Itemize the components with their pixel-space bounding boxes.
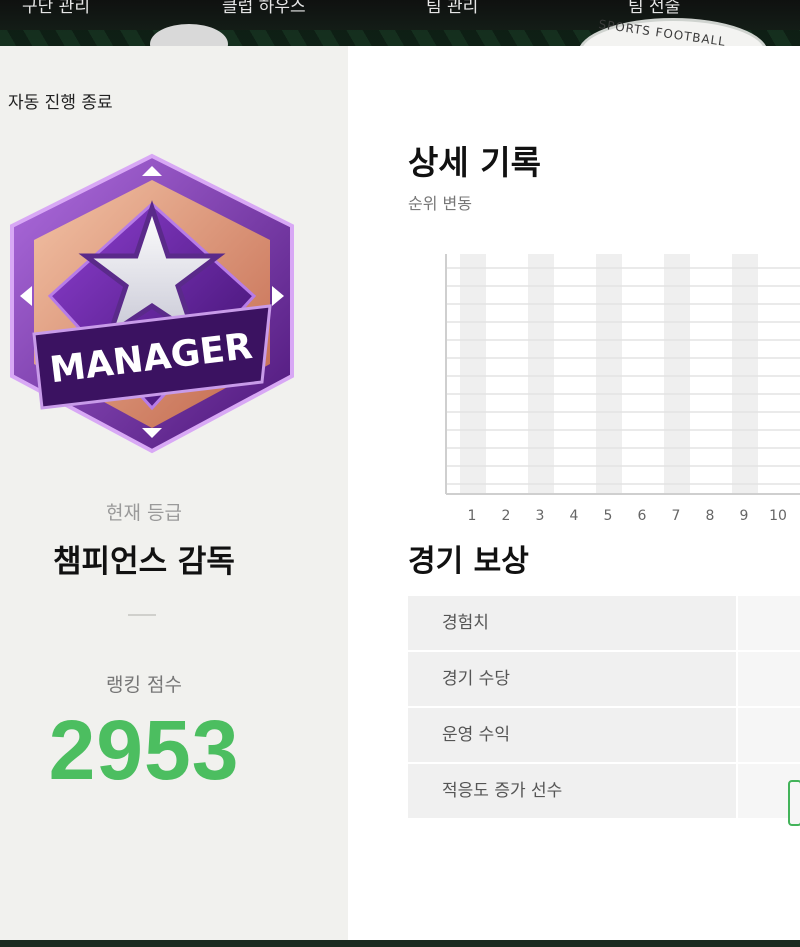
chart-x-tick-label: 1 [468, 508, 477, 524]
chart-x-tick-label: 8 [706, 508, 715, 524]
top-navigation: SPORTS FOOTBALL 구단 관리 클럽 하우스 팀 관리 팀 전술 [0, 0, 800, 46]
player-chip[interactable] [788, 780, 800, 826]
manager-grade-badge: MANAGER [10, 153, 294, 454]
reward-value [736, 708, 800, 762]
tab-team-tactics[interactable]: 팀 전술 [628, 0, 680, 17]
reward-name: 경험치 [442, 613, 489, 633]
chart-x-tick-label: 10 [769, 508, 787, 524]
reward-name: 경기 수당 [442, 669, 510, 689]
reward-row-operating-profit: 운영 수익 [408, 708, 800, 762]
detail-record-title: 상세 기록 [408, 143, 541, 182]
nav-avatar-shape [150, 24, 228, 46]
ranking-score-value: 2953 [48, 703, 240, 797]
tab-club-house[interactable]: 클럽 하우스 [222, 0, 306, 17]
reward-row-match-allowance: 경기 수당 [408, 652, 800, 706]
reward-value [736, 596, 800, 650]
match-reward-title: 경기 보상 [408, 544, 529, 579]
chart-x-tick-label: 4 [570, 508, 579, 524]
chart-x-tick-label: 7 [672, 508, 681, 524]
chart-x-tick-label: 9 [740, 508, 749, 524]
reward-name: 운영 수익 [442, 725, 510, 745]
chart-x-tick-label: 2 [502, 508, 511, 524]
current-grade-label: 현재 등급 [106, 502, 182, 524]
reward-row-adaptability-players: 적응도 증가 선수 [408, 764, 800, 818]
reward-value [736, 652, 800, 706]
reward-name: 적응도 증가 선수 [442, 781, 563, 801]
chart-column-band [528, 254, 554, 494]
reward-row-experience: 경험치 [408, 596, 800, 650]
chart-column-band [596, 254, 622, 494]
rank-change-chart: 1 2 3 4 5 6 7 8 9 10 [445, 254, 800, 524]
tab-club-management[interactable]: 구단 관리 [22, 0, 90, 17]
rank-change-label: 순위 변동 [408, 194, 472, 213]
chart-column-band [664, 254, 690, 494]
ranking-score-label: 랭킹 점수 [106, 674, 182, 696]
current-grade-name: 챔피언스 감독 [53, 544, 235, 580]
chart-column-band [460, 254, 486, 494]
divider [128, 614, 156, 616]
chart-x-tick-label: 6 [638, 508, 647, 524]
auto-progress-end-button[interactable]: 자동 진행 종료 [8, 88, 113, 113]
chart-column-band [732, 254, 758, 494]
match-reward-table: 경험치 경기 수당 운영 수익 적응도 증가 선수 [408, 596, 800, 820]
chart-x-tick-label: 3 [536, 508, 545, 524]
detail-record-panel: 상세 기록 순위 변동 1 2 3 4 5 6 7 8 9 10 경기 보상 경험치 경기 수당 … [348, 46, 800, 947]
chart-x-tick-label: 5 [604, 508, 613, 524]
bottom-edge [0, 940, 800, 947]
manager-summary-panel: 자동 진행 종료 MANAGER 현재 등급 챔피언스 감독 랭킹 점수 295… [0, 46, 348, 947]
tab-team-management[interactable]: 팀 관리 [426, 0, 478, 17]
